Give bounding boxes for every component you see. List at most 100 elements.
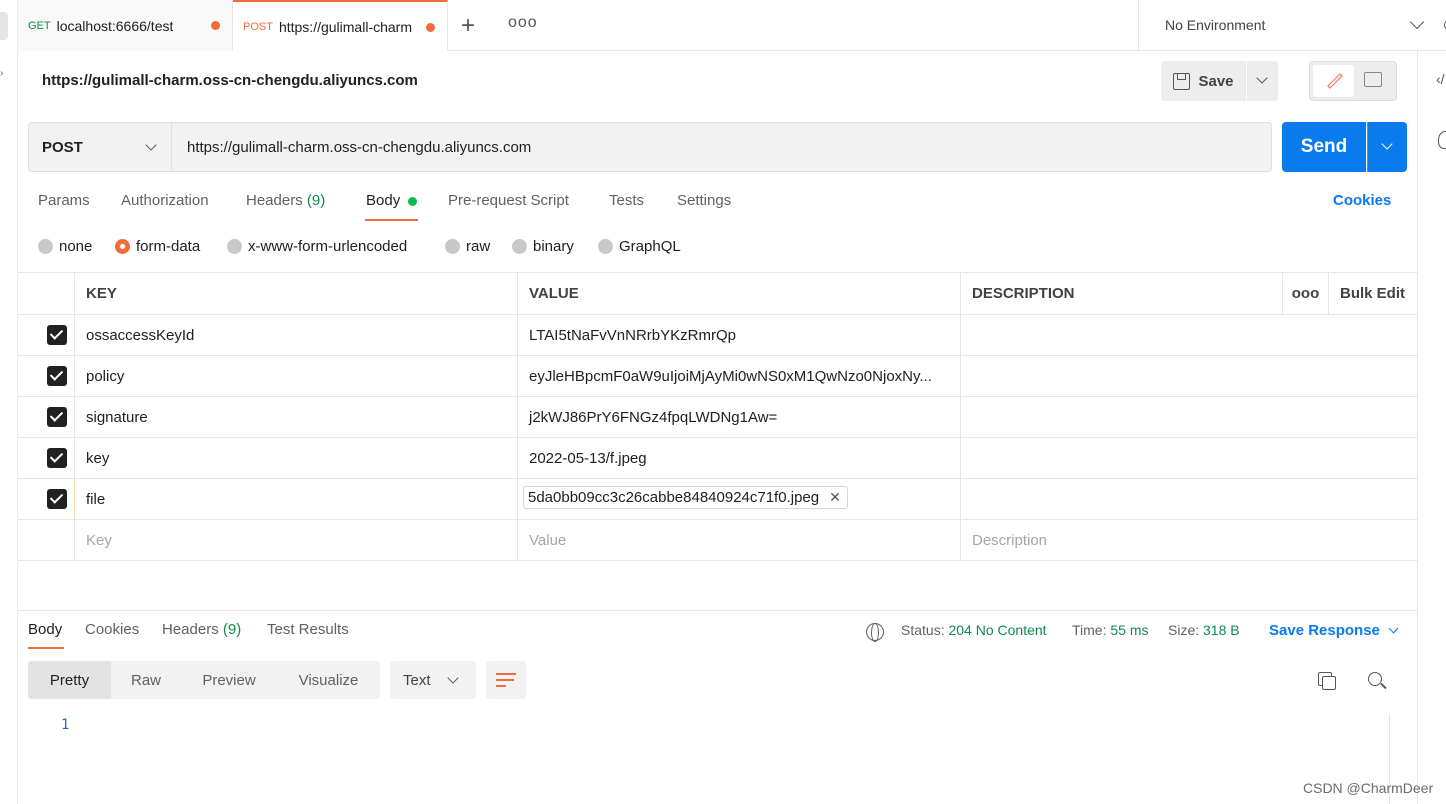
radio-icon <box>445 239 460 254</box>
save-response-button[interactable]: Save Response <box>1269 622 1399 639</box>
status-readout[interactable]: Status: 204 No Content <box>901 622 1047 638</box>
chevron-down-icon <box>145 139 157 151</box>
new-tab-plus-icon[interactable]: + <box>461 12 475 40</box>
edit-mode-button[interactable] <box>1313 65 1354 97</box>
wrap-lines-button[interactable] <box>486 661 526 699</box>
row-checkbox-cell <box>18 438 74 478</box>
comment-icon[interactable] <box>1364 72 1382 87</box>
row-value-cell: 5da0bb09cc3c26cabbe84840924c71f0.jpeg ✕ <box>517 479 960 519</box>
row-checkbox-cell <box>18 356 74 396</box>
body-type-label: none <box>59 238 93 255</box>
more-tabs-icon[interactable]: ooo <box>508 14 538 32</box>
remove-file-icon[interactable]: ✕ <box>829 489 841 506</box>
row-value-cell[interactable]: LTAI5tNaFvVnNRrbYKzRmrQp <box>517 315 960 355</box>
save-button[interactable]: Save <box>1161 61 1246 101</box>
environment-selector[interactable]: No Environment <box>1138 0 1444 50</box>
body-type-form-data[interactable]: form-data <box>115 238 200 255</box>
send-button[interactable]: Send <box>1282 122 1366 172</box>
view-pretty-button[interactable]: Pretty <box>28 661 111 699</box>
more-options-icon[interactable]: ooo <box>1282 273 1328 314</box>
radio-icon <box>38 239 53 254</box>
size-label: Size: <box>1168 622 1200 638</box>
method-select[interactable]: POST <box>28 122 172 172</box>
search-icon[interactable] <box>1368 672 1382 686</box>
view-raw-button[interactable]: Raw <box>111 661 181 699</box>
globe-icon[interactable] <box>866 623 884 642</box>
chevron-down-icon <box>1256 72 1268 84</box>
row-value-cell[interactable]: j2kWJ86PrY6FNGz4fpqLWDNg1Aw= <box>517 397 960 437</box>
left-sidebar-strip[interactable]: › <box>0 0 18 804</box>
tab-tests[interactable]: Tests <box>609 192 644 209</box>
checkbox-checked-icon[interactable] <box>47 489 67 509</box>
row-key-cell[interactable]: policy <box>74 356 517 396</box>
expand-sidebar-icon[interactable]: › <box>0 68 3 79</box>
body-type-none[interactable]: none <box>38 238 92 255</box>
row-description-cell[interactable] <box>960 479 1417 519</box>
pencil-icon <box>1327 73 1343 89</box>
new-key-input[interactable]: Key <box>74 520 517 560</box>
row-key-cell[interactable]: ossaccessKeyId <box>74 315 517 355</box>
row-key-cell[interactable]: key <box>74 438 517 478</box>
row-description-cell[interactable] <box>960 356 1417 396</box>
tab-get-localhost[interactable]: GET localhost:6666/test <box>18 0 233 51</box>
row-description-cell[interactable] <box>960 438 1417 478</box>
format-select[interactable]: Text <box>390 661 476 699</box>
checkbox-checked-icon[interactable] <box>47 407 67 427</box>
body-type-binary[interactable]: binary <box>512 238 574 255</box>
cookies-link[interactable]: Cookies <box>1333 192 1391 209</box>
checkbox-checked-icon[interactable] <box>47 325 67 345</box>
row-key-cell[interactable]: signature <box>74 397 517 437</box>
body-type-label: raw <box>466 238 491 255</box>
tab-title: localhost:6666/test <box>56 17 174 34</box>
tab-body[interactable]: Body <box>366 192 400 209</box>
tab-prerequest-script[interactable]: Pre-request Script <box>448 192 569 209</box>
radio-icon <box>598 239 613 254</box>
response-tab-cookies[interactable]: Cookies <box>85 621 139 638</box>
row-key-cell[interactable]: file <box>74 479 517 519</box>
save-dropdown-button[interactable] <box>1247 61 1278 101</box>
new-description-input[interactable]: Description <box>960 520 1417 560</box>
view-preview-button[interactable]: Preview <box>181 661 277 699</box>
url-input[interactable]: https://gulimall-charm.oss-cn-chengdu.al… <box>172 122 1272 172</box>
row-description-cell[interactable] <box>960 397 1417 437</box>
response-tab-body[interactable]: Body <box>28 621 62 638</box>
body-type-raw[interactable]: raw <box>445 238 490 255</box>
tab-post-gulimall[interactable]: POST https://gulimall-charm <box>233 0 448 51</box>
body-type-label: GraphQL <box>619 238 681 255</box>
file-chip[interactable]: 5da0bb09cc3c26cabbe84840924c71f0.jpeg ✕ <box>523 485 848 509</box>
unsaved-dot-icon <box>426 23 435 32</box>
request-title[interactable]: https://gulimall-charm.oss-cn-chengdu.al… <box>42 72 418 89</box>
row-value-cell[interactable]: 2022-05-13/f.jpeg <box>517 438 960 478</box>
size-readout[interactable]: Size: 318 B <box>1168 622 1240 638</box>
view-visualize-button[interactable]: Visualize <box>277 661 380 699</box>
tab-params[interactable]: Params <box>38 192 90 209</box>
send-dropdown-button[interactable] <box>1367 122 1407 172</box>
checkbox-checked-icon[interactable] <box>47 448 67 468</box>
chevron-down-icon <box>1381 138 1393 150</box>
time-readout[interactable]: Time: 55 ms <box>1072 622 1149 638</box>
new-value-input[interactable]: Value <box>517 520 960 560</box>
row-value-cell[interactable]: eyJleHBpcmF0aW9uIjoiMjAyMi0wNS0xM1QwNzo0… <box>517 356 960 396</box>
sidebar-toggle[interactable] <box>0 12 8 40</box>
body-active-dot-icon <box>408 197 417 206</box>
body-type-label: binary <box>533 238 574 255</box>
body-type-label: x-www-form-urlencoded <box>248 238 408 255</box>
lightbulb-icon[interactable] <box>1438 131 1446 149</box>
row-checkbox-cell <box>18 315 74 355</box>
checkbox-checked-icon[interactable] <box>47 366 67 386</box>
copy-icon[interactable] <box>1318 672 1336 690</box>
tab-settings[interactable]: Settings <box>677 192 731 209</box>
tab-headers[interactable]: Headers (9) <box>246 192 325 209</box>
body-type-urlencoded[interactable]: x-www-form-urlencoded <box>227 238 407 255</box>
tab-authorization[interactable]: Authorization <box>121 192 209 209</box>
response-tab-test-results[interactable]: Test Results <box>267 621 349 638</box>
code-icon[interactable]: ‹/ <box>1436 71 1445 87</box>
row-description-cell[interactable] <box>960 315 1417 355</box>
bulk-edit-button[interactable]: Bulk Edit <box>1328 273 1417 314</box>
save-response-label: Save Response <box>1269 622 1380 639</box>
response-divider[interactable] <box>18 610 1417 611</box>
line-number: 1 <box>61 717 70 733</box>
status-value: 204 No Content <box>948 622 1047 638</box>
body-type-graphql[interactable]: GraphQL <box>598 238 681 255</box>
response-tab-headers[interactable]: Headers (9) <box>162 621 241 638</box>
